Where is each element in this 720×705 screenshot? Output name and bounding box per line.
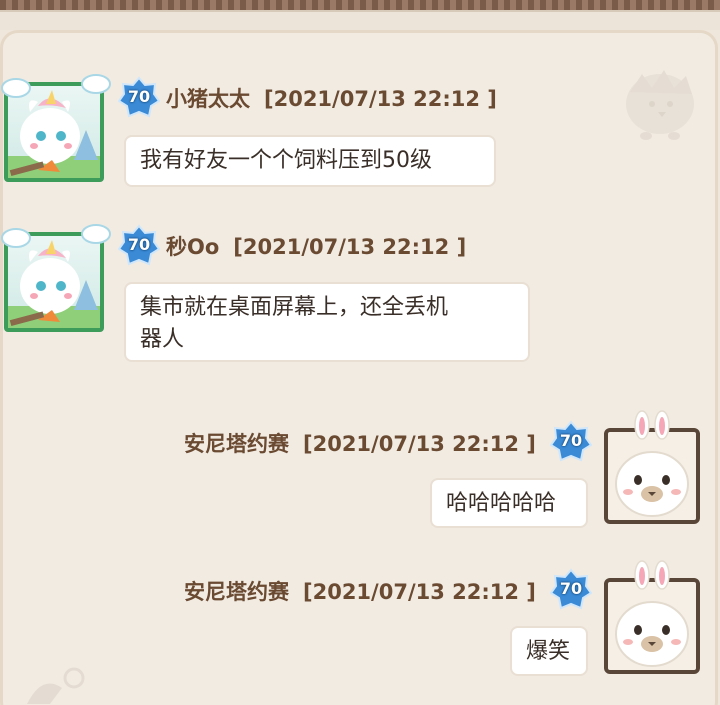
bunny-ears-icon: [634, 560, 670, 590]
avatar-frame: [604, 428, 700, 524]
border-stripe: [0, 0, 720, 10]
sender-avatar[interactable]: [604, 410, 700, 524]
level-badge: 70: [117, 224, 161, 266]
message-header: 小猪太太 [2021/07/13 22:12 ]: [166, 83, 497, 113]
level-badge: 70: [549, 568, 593, 610]
avatar-frame: [604, 578, 700, 674]
message-bubble[interactable]: 哈哈哈哈哈: [430, 478, 588, 528]
message-text: 爆笑: [526, 639, 571, 664]
sender-name[interactable]: 安尼塔约赛: [184, 432, 289, 456]
sender-name[interactable]: 安尼塔约赛: [184, 580, 289, 604]
message-header: 安尼塔约赛 [2021/07/13 22:12 ]: [184, 576, 536, 606]
message-header: 安尼塔约赛 [2021/07/13 22:12 ]: [184, 428, 536, 458]
message-timestamp: [2021/07/13 22:12 ]: [264, 87, 497, 111]
level-number: 70: [559, 579, 583, 598]
level-number: 70: [127, 87, 151, 106]
message-bubble[interactable]: 爆笑: [510, 626, 588, 676]
message-text-line: 器人: [140, 327, 185, 352]
message-bubble[interactable]: 我有好友一个个饲料压到50级: [124, 135, 496, 187]
message-text: 哈哈哈哈哈: [446, 491, 557, 516]
alpaca-bunny-avatar-icon: [615, 451, 689, 517]
message-timestamp: [2021/07/13 22:12 ]: [303, 432, 536, 456]
message-bubble[interactable]: 集市就在桌面屏幕上，还全丢机 器人: [124, 282, 530, 362]
message-text: 我有好友一个个饲料压到50级: [140, 148, 432, 173]
sender-avatar[interactable]: [0, 70, 112, 182]
sender-avatar[interactable]: [604, 560, 700, 674]
cloud-decoration-icon: [1, 74, 111, 98]
message-timestamp: [2021/07/13 22:12 ]: [233, 235, 467, 259]
sender-name[interactable]: 小猪太太: [166, 87, 250, 111]
message-timestamp: [2021/07/13 22:12 ]: [303, 580, 536, 604]
level-badge: 70: [549, 420, 593, 462]
message-text-line: 集市就在桌面屏幕上，还全丢机: [140, 295, 449, 320]
level-number: 70: [127, 235, 151, 254]
sender-name[interactable]: 秒Oo: [166, 235, 219, 259]
sender-avatar[interactable]: [0, 220, 112, 332]
cloud-decoration-icon: [1, 224, 111, 248]
message-header: 秒Oo [2021/07/13 22:12 ]: [166, 231, 466, 261]
level-number: 70: [559, 431, 583, 450]
alpaca-bunny-avatar-icon: [615, 601, 689, 667]
bunny-ears-icon: [634, 410, 670, 440]
chick-watermark-icon: [626, 70, 694, 140]
level-badge: 70: [117, 76, 161, 118]
top-decorative-border: [0, 0, 720, 30]
border-line: [0, 10, 720, 12]
bird-watermark-icon: [27, 667, 85, 704]
